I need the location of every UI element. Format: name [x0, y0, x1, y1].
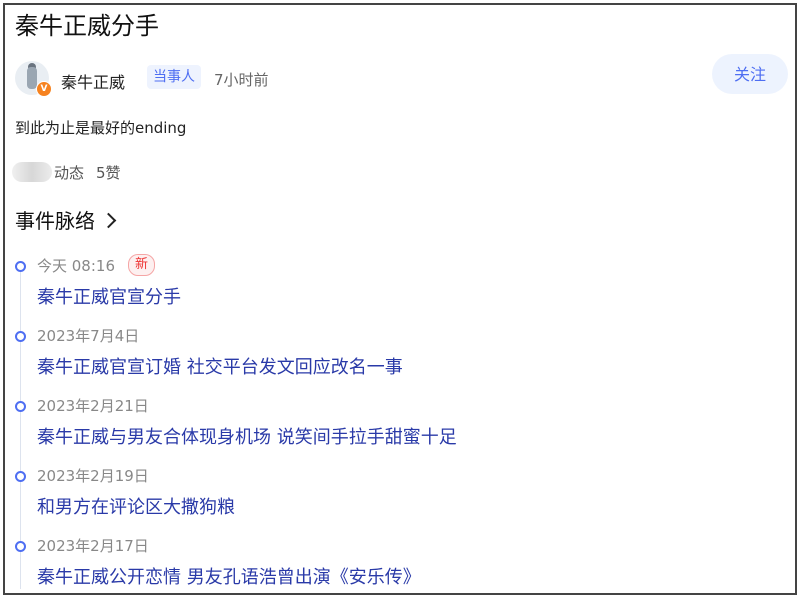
timeline-dot-icon	[15, 471, 26, 482]
timeline-date: 2023年2月19日	[37, 467, 149, 485]
section-title: 事件脉络	[15, 209, 95, 233]
new-badge: 新	[128, 254, 156, 276]
event-timeline-header[interactable]: 事件脉络	[15, 205, 117, 234]
verified-icon: V	[36, 81, 52, 97]
timeline-item: 今天 08:16 新 秦牛正威官宣分手	[5, 249, 795, 319]
timeline-headline[interactable]: 秦牛正威官宣分手	[37, 283, 181, 309]
timeline-headline[interactable]: 秦牛正威官宣订婚 社交平台发文回应改名一事	[37, 353, 403, 379]
timeline-date: 今天 08:16	[37, 257, 115, 275]
page-title: 秦牛正威分手	[15, 12, 159, 40]
timeline-headline[interactable]: 秦牛正威公开恋情 男友孔语浩曾出演《安乐传》	[37, 563, 421, 589]
timeline-item: 2023年2月19日 和男方在评论区大撒狗粮	[5, 459, 795, 529]
timeline-item: 2023年2月21日 秦牛正威与男友合体现身机场 说笑间手拉手甜蜜十足	[5, 389, 795, 459]
timeline-headline[interactable]: 和男方在评论区大撒狗粮	[37, 493, 235, 519]
timeline-date: 2023年7月4日	[37, 327, 140, 345]
timeline-date: 2023年2月17日	[37, 537, 149, 555]
author-row: V 秦牛正威 当事人 7小时前 关注	[15, 54, 790, 100]
dynamic-label[interactable]: 动态	[54, 162, 84, 183]
chevron-right-icon	[100, 212, 117, 228]
timeline-headline[interactable]: 秦牛正威与男友合体现身机场 说笑间手拉手甜蜜十足	[37, 423, 457, 449]
post-meta: 动态 5赞	[12, 160, 121, 184]
author-name[interactable]: 秦牛正威	[61, 69, 125, 93]
timeline-date: 2023年2月21日	[37, 397, 149, 415]
timeline-dot-icon	[15, 331, 26, 342]
role-tag: 当事人	[147, 65, 201, 89]
blurred-count	[12, 162, 52, 182]
follow-button[interactable]: 关注	[712, 54, 788, 94]
post-text: 到此为止是最好的ending	[15, 119, 187, 137]
post-time: 7小时前	[214, 71, 269, 89]
timeline-dot-icon	[15, 541, 26, 552]
timeline-dot-icon	[15, 401, 26, 412]
likes-count[interactable]: 5赞	[96, 162, 121, 183]
timeline-item: 2023年2月17日 秦牛正威公开恋情 男友孔语浩曾出演《安乐传》	[5, 529, 795, 593]
timeline-dot-icon	[15, 261, 26, 272]
news-card: 秦牛正威分手 V 秦牛正威 当事人 7小时前 关注 到此为止是最好的ending…	[3, 3, 797, 595]
timeline-item: 2023年7月4日 秦牛正威官宣订婚 社交平台发文回应改名一事	[5, 319, 795, 389]
